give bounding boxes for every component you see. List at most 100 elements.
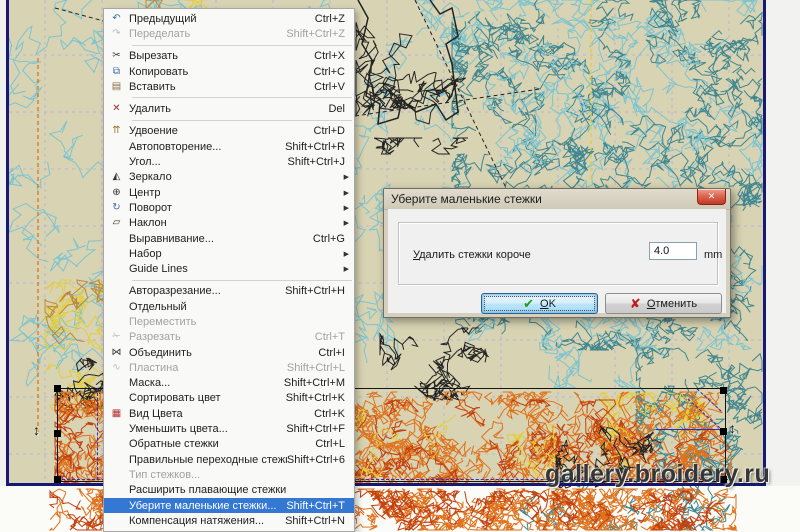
menu-item-label: Вид Цвета xyxy=(129,408,314,420)
rotate-icon: ↻ xyxy=(104,203,129,213)
menu-item-mirror[interactable]: ◭Зеркало▶ xyxy=(104,170,354,185)
join-icon: ⋈ xyxy=(104,348,129,358)
undo-icon: ↶ xyxy=(104,14,129,24)
menu-item-remove-small-stitches[interactable]: Уберите маленькие стежки...Shift+Ctrl+T xyxy=(104,498,354,513)
menu-item-label: Выравнивание... xyxy=(129,233,313,245)
menu-item-label: Авторазрезание... xyxy=(129,285,285,297)
cancel-button[interactable]: ✘ Отменить xyxy=(605,293,722,314)
selection-handle[interactable] xyxy=(54,430,61,437)
menu-item-guide-lines[interactable]: Guide Lines▶ xyxy=(104,261,354,276)
mirror-icon: ◭ xyxy=(104,172,129,182)
design-area-border-left xyxy=(6,0,9,486)
menu-item-label: Guide Lines xyxy=(129,263,344,275)
menu-shortcut: Shift+Ctrl+L xyxy=(287,362,354,374)
skew-icon: ▱ xyxy=(104,218,129,228)
menu-item-angle[interactable]: Угол...Shift+Ctrl+J xyxy=(104,154,354,169)
menu-item-expand-floating-stitches[interactable]: Расширить плавающие стежки xyxy=(104,483,354,498)
selection-handle[interactable] xyxy=(54,385,61,392)
cancel-label: Отменить xyxy=(647,298,697,310)
menu-item-label: Уменьшить цвета... xyxy=(129,423,286,435)
resize-cursor-icon: ↕ xyxy=(729,421,736,435)
menu-item-sort-color[interactable]: Сортировать цветShift+Ctrl+K xyxy=(104,391,354,406)
menu-item-label: Обратные стежки xyxy=(129,438,315,450)
menu-item-skew[interactable]: ▱Наклон▶ xyxy=(104,216,354,231)
menu-item-delete[interactable]: ✕УдалитьDel xyxy=(104,101,354,116)
menu-item-label: Набор xyxy=(129,248,344,260)
menu-item-paste[interactable]: ▤ВставитьCtrl+V xyxy=(104,79,354,94)
menu-item-alignment[interactable]: Выравнивание...Ctrl+G xyxy=(104,231,354,246)
menu-item-label: Объединить xyxy=(129,347,318,359)
app-stage: ↕ ↕ gallery.broidery.ru ↶ПредыдущийCtrl+… xyxy=(0,0,800,532)
menu-item-cut[interactable]: ✂ВырезатьCtrl+X xyxy=(104,49,354,64)
selection-handle[interactable] xyxy=(720,387,727,394)
ok-button[interactable]: ✔ OK xyxy=(481,293,598,314)
menu-item-reduce-colors[interactable]: Уменьшить цвета...Shift+Ctrl+F xyxy=(104,421,354,436)
menu-item-correct-transition-stitches[interactable]: Правильные переходные стежкиShift+Ctrl+6 xyxy=(104,452,354,467)
menu-item-plate[interactable]: ∿ПластинаShift+Ctrl+L xyxy=(104,360,354,375)
menu-shortcut: Shift+Ctrl+6 xyxy=(287,454,354,466)
menu-item-cut-apart[interactable]: ✁РазрезатьCtrl+T xyxy=(104,330,354,345)
plate-icon: ∿ xyxy=(104,363,129,373)
menu-item-center[interactable]: ⊕Центр▶ xyxy=(104,185,354,200)
menu-item-label: Разрезать xyxy=(129,331,315,343)
menu-shortcut: Ctrl+X xyxy=(314,50,354,62)
color-dots-icon: ▦ xyxy=(104,409,129,419)
menu-separator xyxy=(104,277,354,284)
menu-item-back-stitches[interactable]: Обратные стежкиCtrl+L xyxy=(104,437,354,452)
menu-item-label: Зеркало xyxy=(129,171,344,183)
menu-shortcut: Ctrl+Z xyxy=(315,13,354,25)
selection-handle[interactable] xyxy=(54,476,61,483)
submenu-arrow-icon: ▶ xyxy=(344,265,354,273)
menu-item-label: Предыдущий xyxy=(129,13,315,25)
menu-item-color-view[interactable]: ▦Вид ЦветаCtrl+K xyxy=(104,406,354,421)
menu-shortcut: Shift+Ctrl+F xyxy=(286,423,354,435)
dialog-title: Уберите маленькие стежки xyxy=(391,192,542,206)
menu-item-tension-compensation[interactable]: Компенсация натяжения...Shift+Ctrl+N xyxy=(104,513,354,528)
menu-item-label: Вырезать xyxy=(129,50,314,62)
menu-item-autorepeat[interactable]: Автоповторение...Shift+Ctrl+R xyxy=(104,139,354,154)
center-icon: ⊕ xyxy=(104,188,129,198)
menu-item-rotation[interactable]: ↻Поворот▶ xyxy=(104,200,354,215)
unit-label: mm xyxy=(704,249,722,261)
dialog-titlebar[interactable]: Уберите маленькие стежки ✕ xyxy=(384,189,730,210)
close-button[interactable]: ✕ xyxy=(697,189,726,205)
context-menu: ↶ПредыдущийCtrl+Z↷ПеределатьShift+Ctrl+Z… xyxy=(103,8,355,532)
menu-item-undo[interactable]: ↶ПредыдущийCtrl+Z xyxy=(104,11,354,26)
menu-item-label: Копировать xyxy=(129,66,314,78)
submenu-arrow-icon: ▶ xyxy=(344,189,354,197)
menu-shortcut: Del xyxy=(328,103,354,115)
submenu-arrow-icon: ▶ xyxy=(344,250,354,258)
submenu-arrow-icon: ▶ xyxy=(344,173,354,181)
menu-item-label: Вставить xyxy=(129,81,314,93)
menu-shortcut: Shift+Ctrl+Z xyxy=(286,28,354,40)
menu-item-double[interactable]: ⇈УдвоениеCtrl+D xyxy=(104,124,354,139)
menu-shortcut: Shift+Ctrl+J xyxy=(288,156,354,168)
menu-separator xyxy=(104,94,354,101)
menu-item-stitch-type[interactable]: Тип стежков... xyxy=(104,467,354,482)
duplicate-icon: ⇈ xyxy=(104,126,129,136)
menu-item-copy[interactable]: ⧉КопироватьCtrl+C xyxy=(104,64,354,79)
menu-item-mask[interactable]: Маска...Shift+Ctrl+M xyxy=(104,376,354,391)
menu-separator xyxy=(104,117,354,124)
menu-shortcut: Ctrl+G xyxy=(313,233,354,245)
stitch-length-label: Удалить стежки короче xyxy=(413,249,531,261)
menu-item-label: Отдельный xyxy=(129,301,354,313)
menu-shortcut: Ctrl+V xyxy=(314,81,354,93)
menu-shortcut: Ctrl+I xyxy=(318,347,354,359)
menu-shortcut: Shift+Ctrl+N xyxy=(285,515,354,527)
menu-item-set[interactable]: Набор▶ xyxy=(104,246,354,261)
menu-item-auto-split[interactable]: Авторазрезание...Shift+Ctrl+H xyxy=(104,284,354,299)
menu-item-label: Маска... xyxy=(129,377,284,389)
delete-icon: ✕ xyxy=(104,104,129,114)
selection-handle[interactable] xyxy=(720,428,727,435)
menu-item-move[interactable]: Переместить xyxy=(104,314,354,329)
stitch-length-input[interactable] xyxy=(649,242,697,260)
menu-item-join[interactable]: ⋈ОбъединитьCtrl+I xyxy=(104,345,354,360)
redo-icon: ↷ xyxy=(104,29,129,39)
menu-shortcut: Shift+Ctrl+H xyxy=(285,285,354,297)
menu-item-redo[interactable]: ↷ПеределатьShift+Ctrl+Z xyxy=(104,26,354,41)
menu-item-separate[interactable]: Отдельный xyxy=(104,299,354,314)
design-area-border-right xyxy=(763,0,766,486)
menu-item-label: Расширить плавающие стежки xyxy=(129,484,354,496)
menu-item-label: Поворот xyxy=(129,202,344,214)
